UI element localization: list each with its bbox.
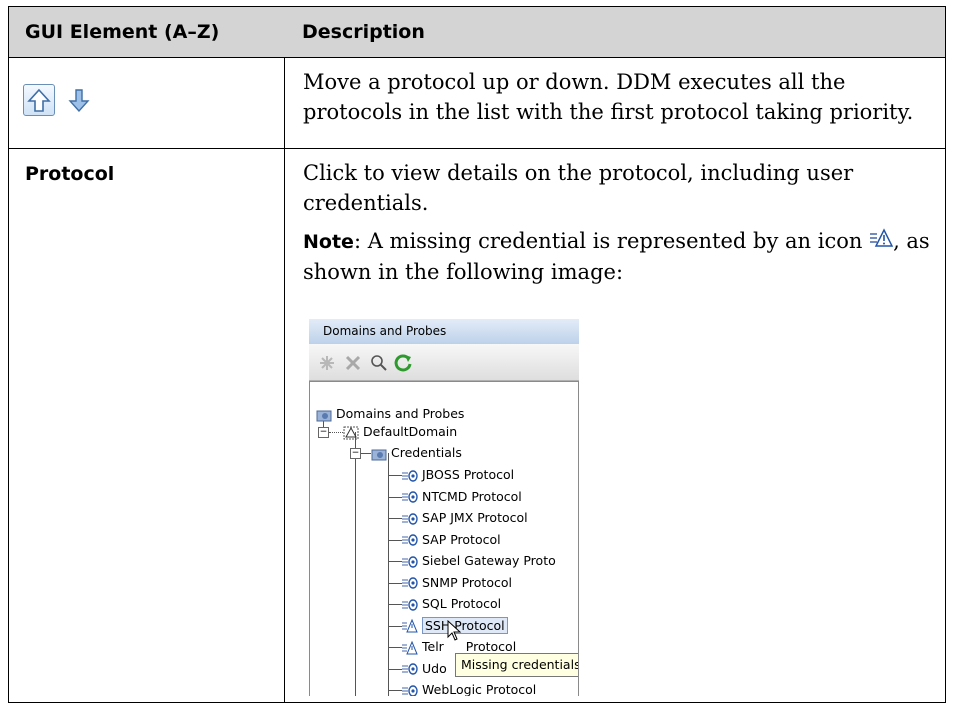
domains-folder-icon xyxy=(316,407,332,423)
note-text: : A missing credential is represented by… xyxy=(353,229,863,253)
credentials-tree: Domains and Probes − DefaultDomain − Cre… xyxy=(309,381,579,696)
tree-protocol-label: Telr xyxy=(422,639,444,654)
arrows-description: Move a protocol up or down. DDM executes… xyxy=(303,70,914,124)
tree-root[interactable]: Domains and Probes xyxy=(316,405,464,423)
tree-line xyxy=(355,432,356,696)
tree-protocol-label: Siebel Gateway Proto xyxy=(422,553,556,568)
protocol-icon xyxy=(402,554,418,570)
protocol-icon xyxy=(402,661,418,677)
new-icon[interactable] xyxy=(317,353,337,373)
missing-credentials-tooltip: Missing credentials xyxy=(455,653,578,677)
protocol-icon xyxy=(402,532,418,548)
tree-connector xyxy=(388,604,402,605)
tree-connector xyxy=(388,539,402,541)
search-icon[interactable] xyxy=(369,353,389,373)
credentials-folder-icon xyxy=(371,446,387,462)
tree-protocol-label: SAP JMX Protocol xyxy=(422,510,528,525)
tree-connector xyxy=(388,582,402,584)
tree-protocol-item[interactable]: SNMP Protocol xyxy=(388,574,512,592)
collapse-icon[interactable]: − xyxy=(350,448,361,459)
domain-icon xyxy=(343,425,359,441)
tree-credentials[interactable]: − Credentials xyxy=(350,444,462,462)
table-row: Move a protocol up or down. DDM executes… xyxy=(9,58,945,149)
tree-protocol-label: SSH Protocol xyxy=(422,616,508,634)
arrow-down-icon xyxy=(63,84,95,116)
protocol-icon xyxy=(402,489,418,505)
arrow-up-icon xyxy=(23,84,55,116)
collapse-icon[interactable]: − xyxy=(318,427,329,438)
tree-protocol-item[interactable]: WebLogic Protocol xyxy=(388,681,536,696)
tree-connector xyxy=(388,690,402,691)
tree-connector xyxy=(388,668,402,670)
panel-title: Domains and Probes xyxy=(309,319,579,344)
tree-protocol-label: SQL Protocol xyxy=(422,596,502,611)
tree-protocol-label: Udo xyxy=(422,660,447,676)
tree-protocol-label: NTCMD Protocol xyxy=(422,488,522,504)
tree-connector xyxy=(388,518,402,519)
tree-connector xyxy=(388,496,402,498)
tree-protocol-label: JBOSS Protocol xyxy=(422,467,515,482)
protocol-description: Click to view details on the protocol, i… xyxy=(303,161,854,215)
refresh-icon[interactable] xyxy=(393,353,413,373)
mouse-cursor-icon xyxy=(447,620,462,641)
protocol-icon xyxy=(402,468,418,484)
tree-protocol-item[interactable]: SQL Protocol xyxy=(388,595,501,613)
header-description: Description xyxy=(302,21,425,43)
tree-connector xyxy=(388,625,402,627)
tree-protocol-item[interactable]: Siebel Gateway Proto xyxy=(388,552,556,570)
tree-connector xyxy=(388,561,402,562)
tree-protocol-label-tail: Protocol xyxy=(461,639,517,654)
domains-probes-screenshot: Domains and Probes Domains and Probes − … xyxy=(309,319,579,696)
tree-protocol-label: SAP Protocol xyxy=(422,531,501,547)
panel-toolbar xyxy=(309,344,579,381)
tree-protocol-label: SNMP Protocol xyxy=(422,574,512,590)
missing-credential-icon xyxy=(402,640,418,656)
protocol-icon xyxy=(402,683,418,696)
gui-elements-table: GUI Element (A–Z) Description Move a pro… xyxy=(8,6,946,703)
tree-protocol-item[interactable]: SAP JMX Protocol xyxy=(388,509,528,527)
tree-connector xyxy=(388,475,402,476)
tree-domain[interactable]: − DefaultDomain xyxy=(318,423,457,441)
move-arrows xyxy=(23,84,123,118)
table-header: GUI Element (A–Z) Description xyxy=(9,7,945,58)
delete-icon[interactable] xyxy=(343,353,363,373)
note-label: Note xyxy=(303,231,354,253)
tree-connector xyxy=(388,647,402,648)
protocol-icon xyxy=(402,597,418,613)
tree-protocol-item[interactable]: JBOSS Protocol xyxy=(388,466,514,484)
tree-protocol-item[interactable]: Udo xyxy=(388,660,447,678)
protocol-icon xyxy=(402,575,418,591)
protocol-label: Protocol xyxy=(25,163,115,185)
missing-credential-icon xyxy=(869,226,894,247)
protocol-note: Note: A missing credential is represente… xyxy=(303,226,943,287)
protocol-icon xyxy=(402,511,418,527)
tree-protocol-label: WebLogic Protocol xyxy=(422,682,537,696)
tree-protocol-item[interactable]: SAP Protocol xyxy=(388,531,501,549)
header-gui-element: GUI Element (A–Z) xyxy=(25,21,220,43)
missing-credential-icon xyxy=(402,618,418,634)
tree-protocol-item[interactable]: NTCMD Protocol xyxy=(388,488,522,506)
